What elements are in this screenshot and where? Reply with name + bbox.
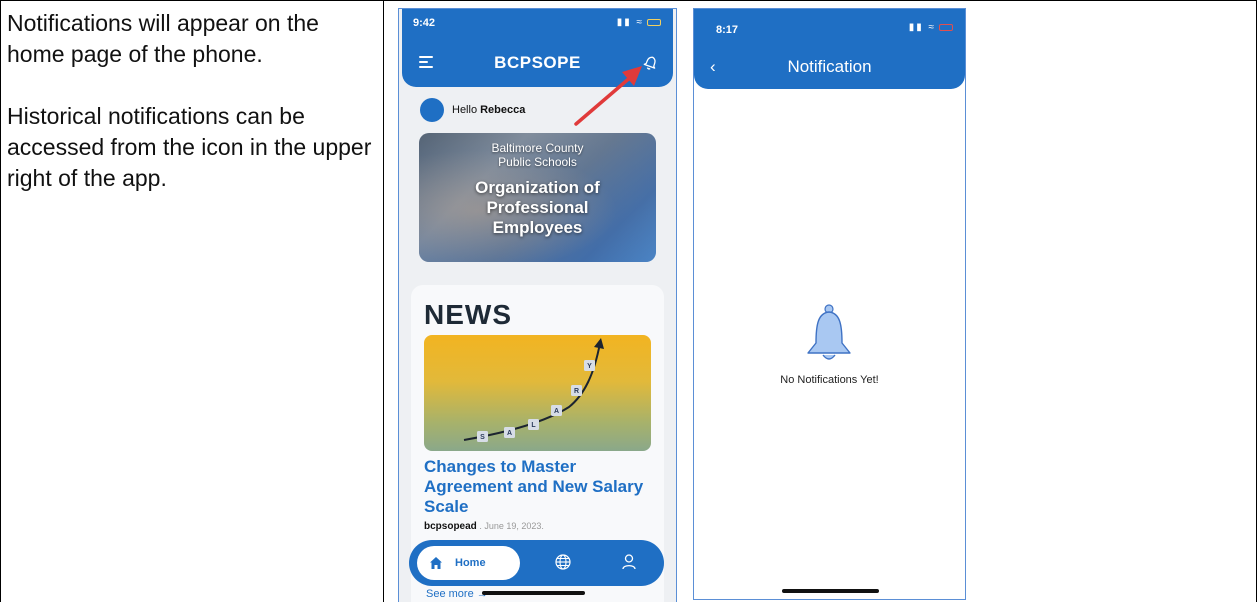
letter-block-1: S [480,434,485,441]
table-top-border [0,0,1257,1]
home-indicator [782,589,879,593]
user-name: Rebecca [480,104,526,116]
battery-icon [647,18,661,26]
table-column-divider-1 [383,0,384,602]
instructions-paragraph-2: Historical notifications can be accessed… [7,103,372,191]
table-left-border [0,0,1,602]
banner-title-line2: Professional [486,198,589,217]
status-time: 9:42 [413,17,436,29]
notification-screen-screenshot: 8:17 ▮▮ ≈ ‹ Notification No Notification… [693,8,966,600]
letter-block-5: R [574,388,579,395]
status-icons: ▮▮ ≈ [909,22,953,33]
notification-title: Notification [787,57,872,76]
news-article-author: bcpsopead [424,521,477,532]
news-article-image[interactable]: S A L A R Y [424,335,651,451]
news-article-title[interactable]: Changes to Master Agreement and New Sala… [424,457,644,517]
nav-home-button[interactable]: Home [417,546,520,580]
organization-banner[interactable]: Baltimore County Public Schools Organiza… [419,133,656,262]
banner-subtitle-line1: Baltimore County [491,141,584,155]
banner-title-line1: Organization of [475,178,600,197]
letter-block-6: Y [587,363,592,370]
greeting: Hello Rebecca [420,97,525,123]
letter-block-3: L [531,422,536,429]
notification-header: 8:17 ▮▮ ≈ ‹ Notification [694,9,965,89]
letter-blocks: S A L A R Y [477,360,595,442]
bottom-navigation: Home [409,540,664,586]
user-icon[interactable] [621,553,637,571]
status-time: 8:17 [716,24,739,36]
avatar[interactable] [420,98,444,122]
nav-home-label: Home [455,557,486,569]
home-icon [430,557,442,569]
bell-icon [807,304,851,360]
empty-state-message: No Notifications Yet! [780,374,879,386]
instructions-paragraph-1: Notifications will appear on the home pa… [7,10,319,67]
news-heading: NEWS [424,299,512,330]
letter-block-2: A [507,430,512,437]
status-icons: ▮▮ ≈ [617,17,661,28]
battery-icon [939,23,953,31]
news-article-date: . June 19, 2023. [479,521,544,531]
greeting-prefix: Hello [452,104,478,116]
letter-block-4: A [554,408,559,415]
see-more-link[interactable]: See more → [426,588,488,600]
salary-chart-illustration: S A L A R Y [463,338,604,442]
banner-subtitle: Baltimore County Public Schools [419,141,656,169]
banner-subtitle-line2: Public Schools [498,155,577,169]
instructions-cell: Notifications will appear on the home pa… [7,8,375,194]
news-article-meta: bcpsopead . June 19, 2023. [424,521,544,532]
banner-title: Organization of Professional Employees [419,178,656,238]
callout-arrow [574,66,642,126]
globe-icon[interactable] [554,553,572,571]
banner-title-line3: Employees [492,218,583,237]
home-indicator [482,591,585,595]
